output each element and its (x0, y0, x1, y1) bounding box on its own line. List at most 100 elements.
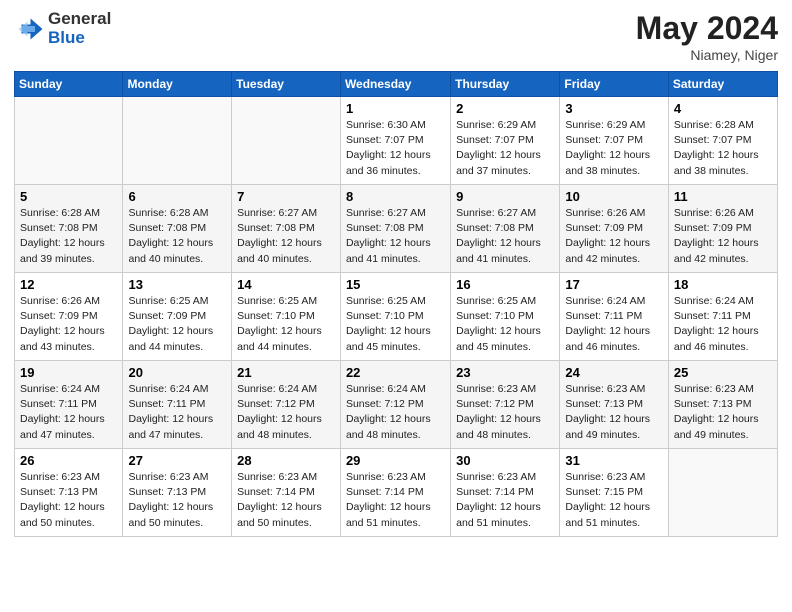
day-info: Sunrise: 6:24 AM Sunset: 7:12 PM Dayligh… (237, 382, 335, 443)
calendar-cell (15, 97, 123, 185)
day-info: Sunrise: 6:28 AM Sunset: 7:08 PM Dayligh… (128, 206, 226, 267)
day-info: Sunrise: 6:24 AM Sunset: 7:11 PM Dayligh… (674, 294, 772, 355)
day-info: Sunrise: 6:28 AM Sunset: 7:08 PM Dayligh… (20, 206, 117, 267)
col-header-friday: Friday (560, 72, 668, 97)
calendar-week-row: 19 Sunrise: 6:24 AM Sunset: 7:11 PM Dayli… (15, 361, 778, 449)
calendar-cell: 18Sunrise: 6:24 AM Sunset: 7:11 PM Dayli… (668, 273, 777, 361)
calendar-cell: 19 Sunrise: 6:24 AM Sunset: 7:11 PM Dayli… (15, 361, 123, 449)
calendar-cell: 25Sunrise: 6:23 AM Sunset: 7:13 PM Dayli… (668, 361, 777, 449)
day-info: Sunrise: 6:25 AM Sunset: 7:09 PM Dayligh… (128, 294, 226, 355)
calendar-week-row: 12 Sunrise: 6:26 AM Sunset: 7:09 PM Dayli… (15, 273, 778, 361)
location: Niamey, Niger (636, 47, 778, 63)
calendar-cell: 21 Sunrise: 6:24 AM Sunset: 7:12 PM Dayli… (232, 361, 341, 449)
col-header-sunday: Sunday (15, 72, 123, 97)
logo-blue: Blue (48, 29, 111, 48)
day-info: Sunrise: 6:27 AM Sunset: 7:08 PM Dayligh… (346, 206, 445, 267)
day-info: Sunrise: 6:30 AM Sunset: 7:07 PM Dayligh… (346, 118, 445, 179)
day-number: 14 (237, 277, 335, 292)
calendar-cell: 1 Sunrise: 6:30 AM Sunset: 7:07 PM Daylig… (340, 97, 450, 185)
calendar-cell: 8 Sunrise: 6:27 AM Sunset: 7:08 PM Daylig… (340, 185, 450, 273)
calendar-cell: 3 Sunrise: 6:29 AM Sunset: 7:07 PM Daylig… (560, 97, 668, 185)
col-header-monday: Monday (123, 72, 232, 97)
calendar-cell: 13 Sunrise: 6:25 AM Sunset: 7:09 PM Dayli… (123, 273, 232, 361)
calendar-week-row: 5 Sunrise: 6:28 AM Sunset: 7:08 PM Daylig… (15, 185, 778, 273)
day-number: 13 (128, 277, 226, 292)
day-info: Sunrise: 6:23 AM Sunset: 7:13 PM Dayligh… (565, 382, 662, 443)
day-info: Sunrise: 6:29 AM Sunset: 7:07 PM Dayligh… (565, 118, 662, 179)
day-info: Sunrise: 6:23 AM Sunset: 7:14 PM Dayligh… (456, 470, 554, 531)
calendar-cell: 27 Sunrise: 6:23 AM Sunset: 7:13 PM Dayli… (123, 449, 232, 537)
day-info: Sunrise: 6:23 AM Sunset: 7:13 PM Dayligh… (128, 470, 226, 531)
day-info: Sunrise: 6:25 AM Sunset: 7:10 PM Dayligh… (237, 294, 335, 355)
day-number: 17 (565, 277, 662, 292)
day-number: 16 (456, 277, 554, 292)
calendar-cell: 9Sunrise: 6:27 AM Sunset: 7:08 PM Daylig… (451, 185, 560, 273)
calendar-cell: 28Sunrise: 6:23 AM Sunset: 7:14 PM Dayli… (232, 449, 341, 537)
calendar-cell: 16 Sunrise: 6:25 AM Sunset: 7:10 PM Dayli… (451, 273, 560, 361)
day-number: 4 (674, 101, 772, 116)
header: General Blue May 2024 Niamey, Niger (14, 10, 778, 63)
day-number: 5 (20, 189, 117, 204)
day-number: 15 (346, 277, 445, 292)
day-number: 28 (237, 453, 335, 468)
calendar: SundayMondayTuesdayWednesdayThursdayFrid… (14, 71, 778, 537)
day-number: 6 (128, 189, 226, 204)
day-info: Sunrise: 6:23 AM Sunset: 7:14 PM Dayligh… (346, 470, 445, 531)
calendar-cell: 29 Sunrise: 6:23 AM Sunset: 7:14 PM Dayli… (340, 449, 450, 537)
day-number: 27 (128, 453, 226, 468)
day-info: Sunrise: 6:27 AM Sunset: 7:08 PM Dayligh… (237, 206, 335, 267)
day-number: 20 (128, 365, 226, 380)
day-number: 12 (20, 277, 117, 292)
day-number: 23 (456, 365, 554, 380)
calendar-cell: 30Sunrise: 6:23 AM Sunset: 7:14 PM Dayli… (451, 449, 560, 537)
day-info: Sunrise: 6:26 AM Sunset: 7:09 PM Dayligh… (674, 206, 772, 267)
calendar-cell (668, 449, 777, 537)
col-header-wednesday: Wednesday (340, 72, 450, 97)
calendar-cell: 11 Sunrise: 6:26 AM Sunset: 7:09 PM Dayli… (668, 185, 777, 273)
col-header-tuesday: Tuesday (232, 72, 341, 97)
day-info: Sunrise: 6:28 AM Sunset: 7:07 PM Dayligh… (674, 118, 772, 179)
day-number: 11 (674, 189, 772, 204)
calendar-cell (123, 97, 232, 185)
day-info: Sunrise: 6:24 AM Sunset: 7:11 PM Dayligh… (20, 382, 117, 443)
logo-text: General Blue (48, 10, 111, 47)
day-number: 1 (346, 101, 445, 116)
day-info: Sunrise: 6:23 AM Sunset: 7:13 PM Dayligh… (20, 470, 117, 531)
calendar-cell (232, 97, 341, 185)
calendar-cell: 7 Sunrise: 6:27 AM Sunset: 7:08 PM Daylig… (232, 185, 341, 273)
month-title: May 2024 (636, 10, 778, 47)
day-number: 21 (237, 365, 335, 380)
calendar-week-row: 26 Sunrise: 6:23 AM Sunset: 7:13 PM Dayli… (15, 449, 778, 537)
calendar-cell: 24Sunrise: 6:23 AM Sunset: 7:13 PM Dayli… (560, 361, 668, 449)
calendar-cell: 12 Sunrise: 6:26 AM Sunset: 7:09 PM Dayli… (15, 273, 123, 361)
day-info: Sunrise: 6:24 AM Sunset: 7:12 PM Dayligh… (346, 382, 445, 443)
day-number: 7 (237, 189, 335, 204)
day-number: 19 (20, 365, 117, 380)
calendar-cell: 2 Sunrise: 6:29 AM Sunset: 7:07 PM Daylig… (451, 97, 560, 185)
day-info: Sunrise: 6:24 AM Sunset: 7:11 PM Dayligh… (128, 382, 226, 443)
calendar-cell: 15Sunrise: 6:25 AM Sunset: 7:10 PM Dayli… (340, 273, 450, 361)
calendar-cell: 22 Sunrise: 6:24 AM Sunset: 7:12 PM Dayli… (340, 361, 450, 449)
calendar-header-row: SundayMondayTuesdayWednesdayThursdayFrid… (15, 72, 778, 97)
calendar-cell: 31 Sunrise: 6:23 AM Sunset: 7:15 PM Dayli… (560, 449, 668, 537)
day-number: 26 (20, 453, 117, 468)
day-number: 31 (565, 453, 662, 468)
day-info: Sunrise: 6:26 AM Sunset: 7:09 PM Dayligh… (20, 294, 117, 355)
calendar-cell: 20 Sunrise: 6:24 AM Sunset: 7:11 PM Dayli… (123, 361, 232, 449)
calendar-cell: 26 Sunrise: 6:23 AM Sunset: 7:13 PM Dayli… (15, 449, 123, 537)
day-info: Sunrise: 6:25 AM Sunset: 7:10 PM Dayligh… (456, 294, 554, 355)
day-info: Sunrise: 6:23 AM Sunset: 7:15 PM Dayligh… (565, 470, 662, 531)
day-number: 2 (456, 101, 554, 116)
day-number: 10 (565, 189, 662, 204)
logo-general: General (48, 10, 111, 29)
day-number: 3 (565, 101, 662, 116)
col-header-saturday: Saturday (668, 72, 777, 97)
day-number: 22 (346, 365, 445, 380)
day-number: 29 (346, 453, 445, 468)
day-info: Sunrise: 6:29 AM Sunset: 7:07 PM Dayligh… (456, 118, 554, 179)
day-number: 25 (674, 365, 772, 380)
calendar-cell: 6 Sunrise: 6:28 AM Sunset: 7:08 PM Daylig… (123, 185, 232, 273)
calendar-cell: 14 Sunrise: 6:25 AM Sunset: 7:10 PM Dayli… (232, 273, 341, 361)
day-number: 8 (346, 189, 445, 204)
day-info: Sunrise: 6:24 AM Sunset: 7:11 PM Dayligh… (565, 294, 662, 355)
